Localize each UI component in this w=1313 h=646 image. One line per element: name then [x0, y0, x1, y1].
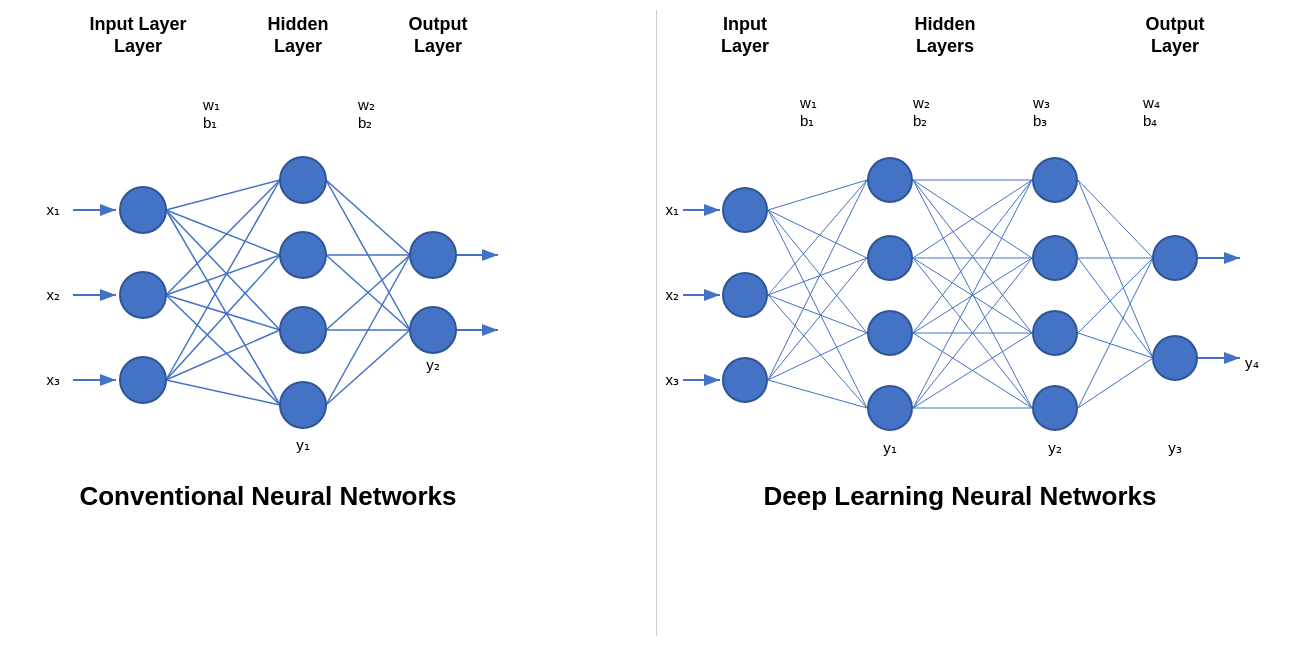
c-h21-o1 [1078, 180, 1153, 258]
left-input-header2: Layer [114, 36, 162, 56]
right-b2-label: b₂ [913, 112, 927, 129]
c-i1-h12 [768, 210, 867, 258]
left-hidden-node-4 [280, 382, 326, 428]
c-i3-h14 [768, 380, 867, 408]
right-w3-label: w₃ [1032, 94, 1050, 111]
left-w2-label: w₂ [357, 96, 375, 113]
conn-h4-o2 [326, 330, 410, 405]
right-input-node-1 [723, 188, 767, 232]
right-h1-node-4 [868, 386, 912, 430]
left-caption: Conventional Neural Networks [79, 481, 456, 511]
right-y3-label: y₃ [1168, 439, 1182, 456]
left-diagram-svg: Input Layer Layer Hidden Layer Output La… [38, 0, 618, 520]
left-input-node-3 [120, 357, 166, 403]
right-x1-label: x₁ [666, 201, 680, 218]
right-w4-label: w₄ [1142, 94, 1160, 111]
conn-i2-h1 [166, 180, 280, 295]
right-h1-node-3 [868, 311, 912, 355]
c-h24-o2 [1078, 358, 1153, 408]
c-h22-o2 [1078, 258, 1153, 358]
right-h2-node-3 [1033, 311, 1077, 355]
left-hidden-node-2 [280, 232, 326, 278]
left-input-node-2 [120, 272, 166, 318]
left-x1-label: x₁ [47, 201, 61, 218]
right-caption: Deep Learning Neural Networks [764, 481, 1157, 511]
right-b4-label: b₄ [1143, 112, 1157, 129]
left-output-header2: Layer [414, 36, 462, 56]
left-y2-label: y₂ [426, 356, 440, 373]
right-hidden-header: Hidden [915, 14, 976, 34]
left-output-node-2 [410, 307, 456, 353]
left-output-node-1 [410, 232, 456, 278]
right-input-header: Input [723, 14, 767, 34]
right-w1-label: w₁ [799, 94, 817, 111]
right-output-node-2 [1153, 336, 1197, 380]
left-diagram-section: Input Layer Layer Hidden Layer Output La… [0, 0, 656, 646]
conn-i1-h2 [166, 210, 280, 255]
left-x2-label: x₂ [47, 286, 61, 303]
right-b3-label: b₃ [1033, 112, 1047, 129]
right-b1-label: b₁ [800, 112, 814, 129]
right-input-header2: Layer [721, 36, 769, 56]
right-h1-node-1 [868, 158, 912, 202]
conn-i1-h1 [166, 180, 280, 210]
right-x3-label: x₃ [666, 371, 680, 388]
right-h2-node-4 [1033, 386, 1077, 430]
conn-h1-o1 [326, 180, 410, 255]
left-w1-label: w₁ [202, 96, 220, 113]
left-hidden-node-1 [280, 157, 326, 203]
right-output-header: Output [1146, 14, 1205, 34]
conn-i3-h2 [166, 255, 280, 380]
conn-i3-h3 [166, 330, 280, 380]
c-i3-h13 [768, 333, 867, 380]
right-h1-node-2 [868, 236, 912, 280]
left-output-header: Output [409, 14, 468, 34]
right-w2-label: w₂ [912, 94, 930, 111]
left-hidden-header2: Layer [274, 36, 322, 56]
c-i2-h14 [768, 295, 867, 408]
right-y1-label: y₁ [883, 439, 897, 456]
right-y2-label: y₂ [1048, 439, 1062, 456]
left-hidden-header: Hidden [268, 14, 329, 34]
c-i1-h13 [768, 210, 867, 333]
right-y4-label: y₄ [1245, 354, 1259, 371]
c-i2-h11 [768, 180, 867, 295]
left-input-node-1 [120, 187, 166, 233]
right-diagram-section: Input Layer Hidden Layers Output Layer w… [657, 0, 1313, 646]
right-input-node-2 [723, 273, 767, 317]
right-output-header2: Layer [1151, 36, 1199, 56]
c-i3-h11 [768, 180, 867, 380]
left-b2-label: b₂ [358, 114, 372, 131]
main-container: Input Layer Layer Hidden Layer Output La… [0, 0, 1313, 646]
right-x2-label: x₂ [666, 286, 680, 303]
left-y1-label: y₁ [296, 436, 310, 453]
left-input-header: Input Layer [89, 14, 186, 34]
c-h23-o2 [1078, 333, 1153, 358]
right-h2-node-1 [1033, 158, 1077, 202]
conn-i2-h2 [166, 255, 280, 295]
conn-i1-h4 [166, 210, 280, 405]
c-i1-h11 [768, 180, 867, 210]
c-h24-o1 [1078, 258, 1153, 408]
left-x3-label: x₃ [47, 371, 61, 388]
right-h2-node-2 [1033, 236, 1077, 280]
conn-i3-h4 [166, 380, 280, 405]
c-i1-h14 [768, 210, 867, 408]
right-hidden-header2: Layers [916, 36, 974, 56]
right-input-node-3 [723, 358, 767, 402]
left-hidden-node-3 [280, 307, 326, 353]
right-diagram-svg: Input Layer Hidden Layers Output Layer w… [665, 0, 1305, 520]
right-output-node-1 [1153, 236, 1197, 280]
left-b1-label: b₁ [203, 114, 217, 131]
